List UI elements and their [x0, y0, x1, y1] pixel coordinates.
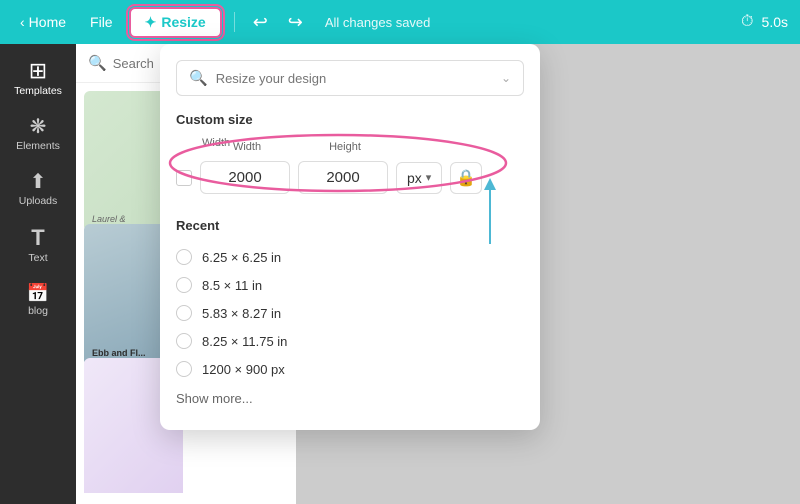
templates-label: Templates	[14, 85, 62, 97]
blog-label: blog	[28, 305, 48, 317]
recent-item-1[interactable]: 8.5 × 11 in	[176, 271, 524, 299]
chevron-left-icon: ‹	[20, 14, 25, 30]
recent-checkbox-0[interactable]	[176, 249, 192, 265]
recent-text-3: 8.25 × 11.75 in	[202, 334, 287, 349]
elements-icon: ❋	[30, 117, 47, 137]
topbar: ‹ Home File ✦ Resize ↩ ↪ All changes sav…	[0, 0, 800, 44]
blog-icon: 📅	[27, 284, 49, 302]
uploads-label: Uploads	[19, 195, 58, 207]
divider	[234, 12, 235, 32]
resize-search-row: 🔍 ⌄	[176, 60, 524, 96]
dropdown-chevron-icon: ⌄	[501, 71, 511, 85]
unit-value: px	[407, 170, 422, 186]
resize-search-input[interactable]	[216, 71, 493, 86]
timer-icon: ⏱	[741, 13, 753, 31]
recent-checkbox-4[interactable]	[176, 361, 192, 377]
unit-select[interactable]: px ▾	[396, 162, 442, 194]
resize-label: Resize	[161, 14, 205, 30]
recent-text-0: 6.25 × 6.25 in	[202, 250, 281, 265]
resize-button[interactable]: ✦ Resize	[129, 7, 222, 38]
resize-icon: ✦	[145, 14, 157, 31]
size-inputs-container: Width 2000 2000 px ▾ 🔒 Width Height	[176, 137, 524, 202]
panel-search-icon: 🔍	[88, 54, 107, 72]
text-icon: T	[31, 227, 44, 249]
width-group: Width	[176, 137, 524, 149]
recent-item-0[interactable]: 6.25 × 6.25 in	[176, 243, 524, 271]
undo-button[interactable]: ↩	[247, 8, 274, 37]
sidebar-item-elements[interactable]: ❋ Elements	[4, 109, 72, 160]
templates-icon: ⊞	[29, 60, 47, 82]
recent-item-3[interactable]: 8.25 × 11.75 in	[176, 327, 524, 355]
home-label: Home	[29, 14, 66, 30]
redo-button[interactable]: ↪	[282, 8, 309, 37]
recent-checkbox-3[interactable]	[176, 333, 192, 349]
saved-status: All changes saved	[325, 15, 431, 30]
recent-text-2: 5.83 × 8.27 in	[202, 306, 281, 321]
topbar-right: ⏱ 5.0s	[741, 13, 788, 31]
resize-panel: 🔍 ⌄ Custom size Width 2000 2000 px ▾ 🔒	[160, 44, 540, 430]
sidebar-item-blog[interactable]: 📅 blog	[4, 276, 72, 325]
inputs-inner: 2000 2000 px ▾ 🔒	[200, 161, 482, 194]
recent-items-list: 6.25 × 6.25 in 8.5 × 11 in 5.83 × 8.27 i…	[176, 243, 524, 383]
recent-label: Recent	[176, 218, 524, 233]
recent-checkbox-1[interactable]	[176, 277, 192, 293]
size-checkbox[interactable]	[176, 170, 192, 186]
timer-value: 5.0s	[762, 14, 788, 30]
height-input[interactable]: 2000	[298, 161, 388, 194]
show-more-link[interactable]: Show more...	[176, 383, 524, 414]
width-input[interactable]: 2000	[200, 161, 290, 194]
file-menu[interactable]: File	[82, 10, 121, 34]
recent-text-1: 8.5 × 11 in	[202, 278, 262, 293]
size-inputs-row: 2000 2000 px ▾ 🔒	[176, 153, 524, 202]
custom-size-label: Custom size	[176, 112, 524, 127]
lock-button[interactable]: 🔒	[450, 162, 482, 194]
sidebar-item-uploads[interactable]: ⬆ Uploads	[4, 164, 72, 215]
text-label: Text	[28, 252, 47, 264]
recent-item-2[interactable]: 5.83 × 8.27 in	[176, 299, 524, 327]
sidebar: ⊞ Templates ❋ Elements ⬆ Uploads T Text …	[0, 44, 76, 504]
width-label: Width	[202, 137, 524, 149]
unit-chevron-icon: ▾	[426, 171, 432, 184]
sidebar-item-text[interactable]: T Text	[4, 219, 72, 272]
elements-label: Elements	[16, 140, 60, 152]
home-button[interactable]: ‹ Home	[12, 10, 74, 34]
recent-text-4: 1200 × 900 px	[202, 362, 285, 377]
recent-item-4[interactable]: 1200 × 900 px	[176, 355, 524, 383]
recent-checkbox-2[interactable]	[176, 305, 192, 321]
sidebar-item-templates[interactable]: ⊞ Templates	[4, 52, 72, 105]
lock-icon: 🔒	[456, 168, 476, 188]
resize-search-icon: 🔍	[189, 69, 208, 87]
uploads-icon: ⬆	[30, 172, 47, 192]
